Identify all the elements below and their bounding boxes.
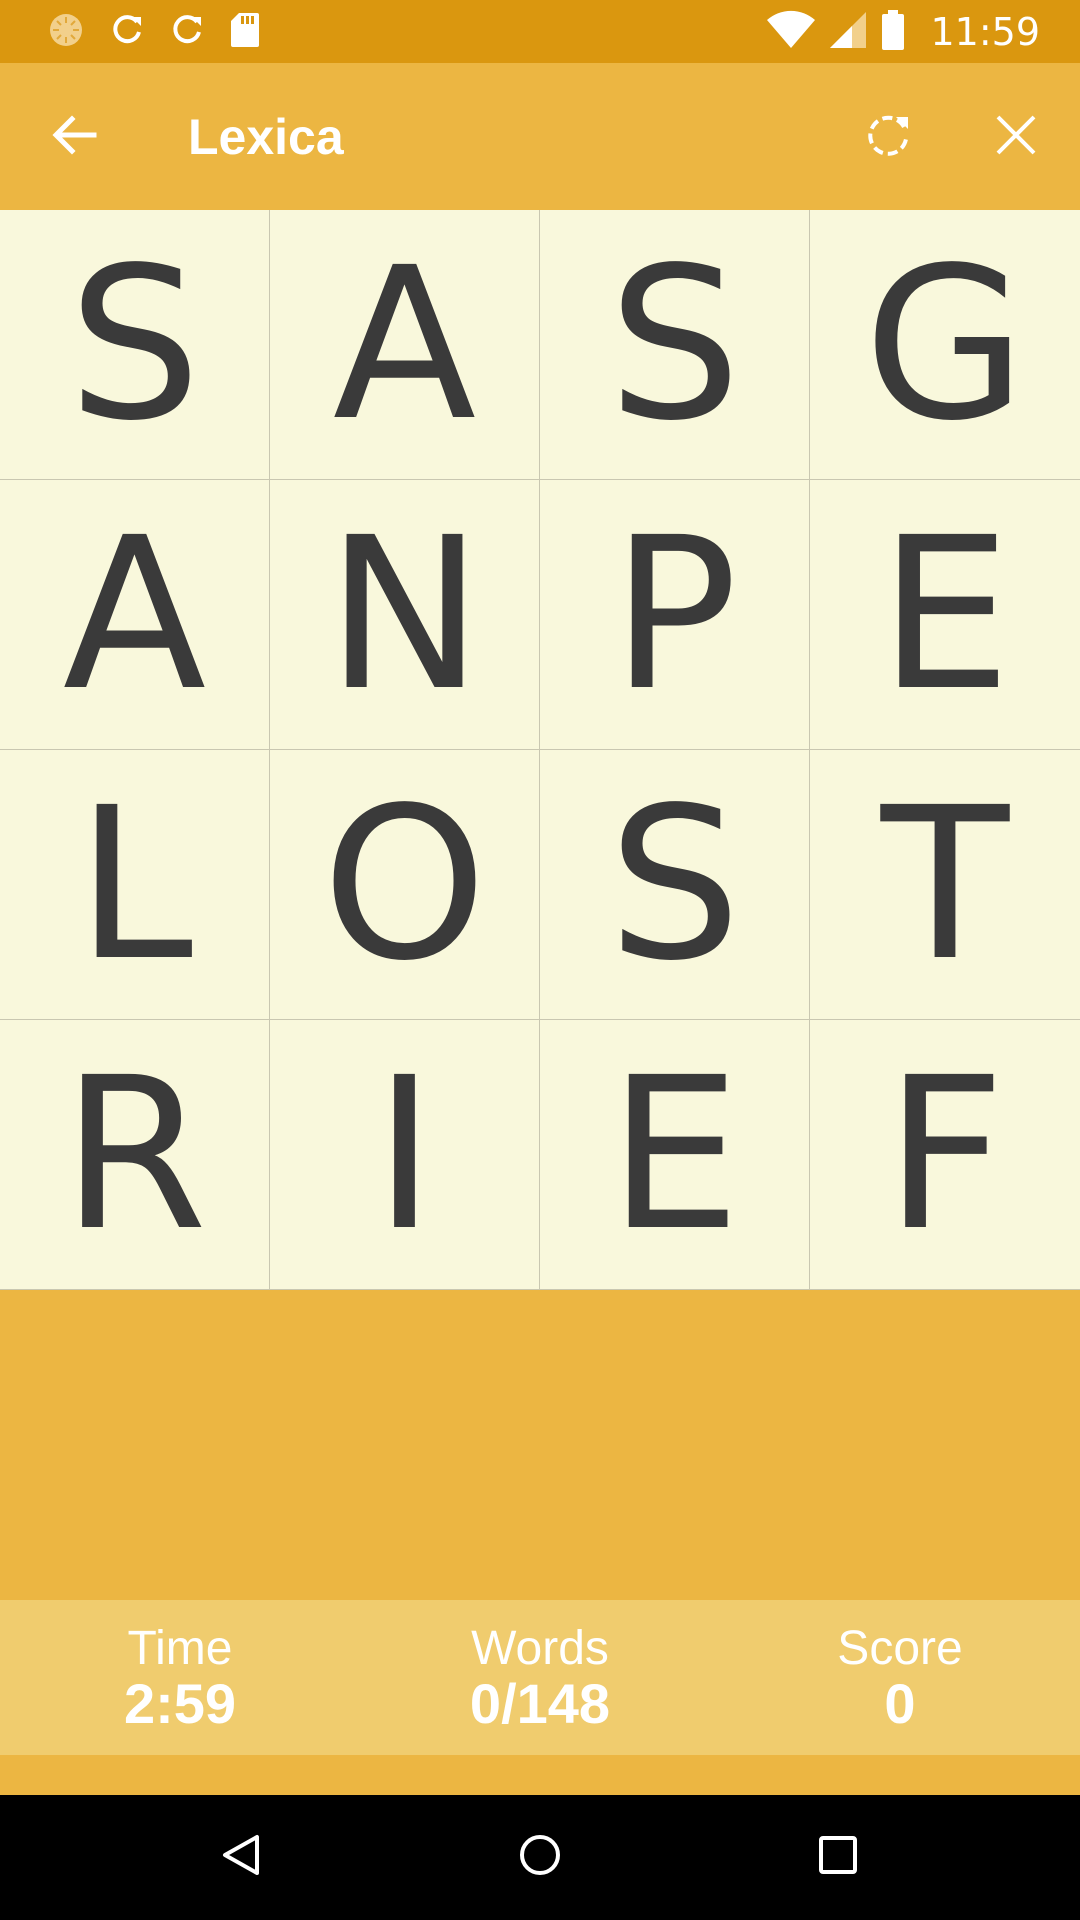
- back-triangle-icon: [219, 1833, 263, 1882]
- letter-tile[interactable]: R: [0, 1020, 270, 1290]
- close-button[interactable]: [986, 107, 1046, 167]
- sd-card-icon: [230, 12, 260, 53]
- status-right-icons: 11:59: [766, 8, 1040, 56]
- stats-panel: Time 2:59 Words 0/148 Score 0: [0, 1600, 1080, 1755]
- nav-back-button[interactable]: [211, 1827, 271, 1887]
- score-label: Score: [837, 1621, 963, 1675]
- letter-tile[interactable]: I: [270, 1020, 540, 1290]
- letter-tile[interactable]: P: [540, 480, 810, 750]
- home-circle-icon: [518, 1833, 562, 1882]
- score-value: 0: [884, 1671, 916, 1735]
- rotate-board-icon: [862, 109, 914, 166]
- back-button[interactable]: [44, 107, 104, 167]
- wifi-icon: [766, 10, 816, 55]
- recents-square-icon: [816, 1833, 860, 1882]
- words-stat: Words 0/148: [360, 1600, 720, 1755]
- rotate-board-button[interactable]: [858, 107, 918, 167]
- app-title: Lexica: [188, 109, 344, 165]
- letter-tile[interactable]: E: [540, 1020, 810, 1290]
- app-bar: Lexica: [0, 63, 1080, 210]
- letter-board: S A S G A N P E L O S T R I E F: [0, 210, 1080, 1290]
- letter-tile[interactable]: G: [810, 210, 1080, 480]
- letter-tile[interactable]: F: [810, 1020, 1080, 1290]
- letter-tile[interactable]: S: [540, 210, 810, 480]
- refresh-icon: [170, 13, 204, 52]
- letter-tile[interactable]: L: [0, 750, 270, 1020]
- letter-tile[interactable]: A: [0, 480, 270, 750]
- letter-tile[interactable]: N: [270, 480, 540, 750]
- letter-tile[interactable]: S: [540, 750, 810, 1020]
- cell-signal-icon: [828, 10, 868, 55]
- words-value: 0/148: [469, 1671, 611, 1735]
- letter-tile[interactable]: O: [270, 750, 540, 1020]
- letter-tile[interactable]: S: [0, 210, 270, 480]
- status-bar: 11:59: [0, 0, 1080, 63]
- letter-tile[interactable]: T: [810, 750, 1080, 1020]
- time-stat: Time 2:59: [0, 1600, 360, 1755]
- battery-icon: [880, 9, 906, 56]
- score-stat: Score 0: [720, 1600, 1080, 1755]
- nav-home-button[interactable]: [510, 1827, 570, 1887]
- close-icon: [994, 113, 1038, 162]
- time-label: Time: [127, 1621, 233, 1675]
- words-label: Words: [471, 1621, 609, 1675]
- arrow-left-icon: [50, 111, 98, 164]
- bottom-strip: [0, 1755, 1080, 1795]
- refresh-icon: [110, 13, 144, 52]
- letter-tile[interactable]: A: [270, 210, 540, 480]
- system-nav-bar: [0, 1795, 1080, 1920]
- status-left-icons: [48, 12, 260, 52]
- letter-tile[interactable]: E: [810, 480, 1080, 750]
- time-value: 2:59: [123, 1671, 237, 1735]
- status-clock: 11:59: [930, 10, 1040, 54]
- sync-spinner-icon: [48, 12, 84, 53]
- word-area: [0, 1290, 1080, 1600]
- nav-recents-button[interactable]: [808, 1827, 868, 1887]
